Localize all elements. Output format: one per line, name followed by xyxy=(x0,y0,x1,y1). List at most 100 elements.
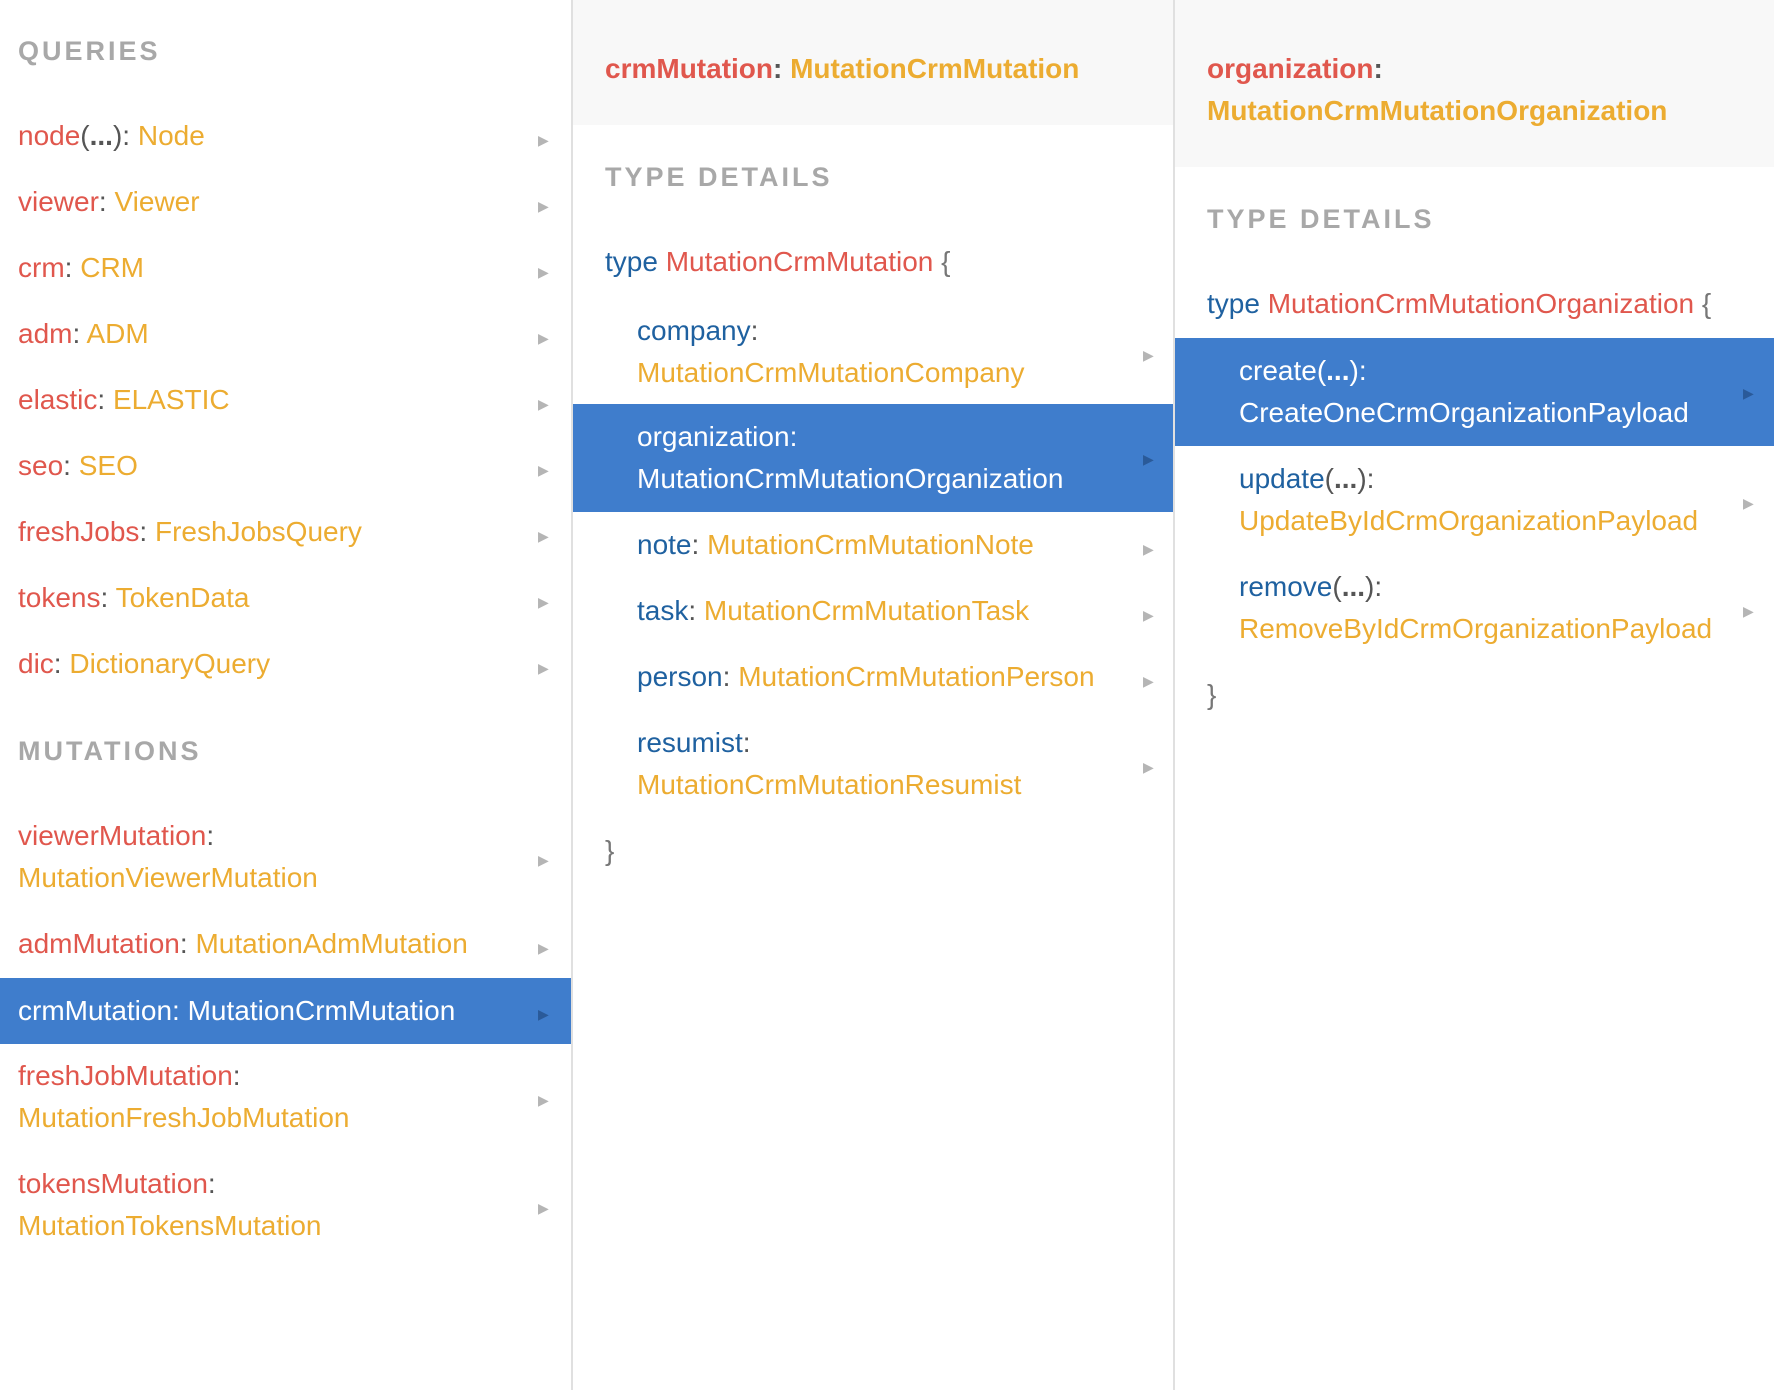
field-name: tokensMutation xyxy=(18,1168,208,1199)
query-item-crm[interactable]: crm: CRM ▶ xyxy=(0,247,571,289)
field-type: MutationCrmMutation xyxy=(187,995,456,1026)
chevron-right-icon: ▶ xyxy=(538,462,549,478)
chevron-right-icon: ▶ xyxy=(538,594,549,610)
field-type: CreateOneCrmOrganizationPayload xyxy=(1239,397,1689,428)
chevron-right-icon: ▶ xyxy=(538,1006,549,1022)
chevron-right-icon: ▶ xyxy=(538,1092,549,1108)
type-field-update[interactable]: update(...): UpdateByIdCrmOrganizationPa… xyxy=(1175,458,1774,542)
type-field-create[interactable]: create(...): CreateOneCrmOrganizationPay… xyxy=(1175,338,1774,446)
chevron-right-icon: ▶ xyxy=(1143,541,1154,557)
chevron-right-icon: ▶ xyxy=(1743,603,1754,619)
type-declaration: type MutationCrmMutation { xyxy=(605,246,951,277)
query-item-tokens[interactable]: tokens: TokenData ▶ xyxy=(0,577,571,619)
type-field-resumist[interactable]: resumist: MutationCrmMutationResumist ▶ xyxy=(573,722,1173,806)
chevron-right-icon: ▶ xyxy=(538,396,549,412)
queries-section-title: QUERIES xyxy=(18,36,161,66)
field-name: company xyxy=(637,315,751,346)
field-type: UpdateByIdCrmOrganizationPayload xyxy=(1239,505,1699,536)
chevron-right-icon: ▶ xyxy=(538,264,549,280)
mutation-item-viewermutation[interactable]: viewerMutation: MutationViewerMutation ▶ xyxy=(0,815,571,899)
type-panel-crmmutation: crmMutation: MutationCrmMutation TYPE DE… xyxy=(573,0,1175,1390)
args-ellipsis: ... xyxy=(1341,571,1366,602)
field-name: update xyxy=(1239,463,1325,494)
type-details-title: TYPE DETAILS xyxy=(605,162,833,192)
field-type: MutationCrmMutationOrganization xyxy=(637,463,1064,494)
field-name: crm xyxy=(18,252,65,283)
header-field-name: organization xyxy=(1207,53,1374,84)
field-name: task xyxy=(637,595,689,626)
type-details-title: TYPE DETAILS xyxy=(1207,204,1435,234)
chevron-right-icon: ▶ xyxy=(538,660,549,676)
mutation-item-tokensmutation[interactable]: tokensMutation: MutationTokensMutation ▶ xyxy=(0,1163,571,1247)
field-name: node xyxy=(18,120,81,151)
field-type: MutationFreshJobMutation xyxy=(18,1102,350,1133)
field-type: ELASTIC xyxy=(112,384,230,415)
field-name: person xyxy=(637,661,723,692)
field-name: freshJobs xyxy=(18,516,140,547)
chevron-right-icon: ▶ xyxy=(538,198,549,214)
field-name: create xyxy=(1239,355,1317,386)
field-type: CRM xyxy=(80,252,144,283)
type-name: MutationCrmMutationOrganization xyxy=(1267,288,1695,319)
field-type: Node xyxy=(137,120,205,151)
query-item-adm[interactable]: adm: ADM ▶ xyxy=(0,313,571,355)
type-field-company[interactable]: company: MutationCrmMutationCompany ▶ xyxy=(573,310,1173,394)
chevron-right-icon: ▶ xyxy=(1743,495,1754,511)
type-field-remove[interactable]: remove(...): RemoveByIdCrmOrganizationPa… xyxy=(1175,566,1774,650)
type-field-person[interactable]: person: MutationCrmMutationPerson ▶ xyxy=(573,656,1173,698)
query-item-elastic[interactable]: elastic: ELASTIC ▶ xyxy=(0,379,571,421)
type-panel-organization: organization: MutationCrmMutationOrganiz… xyxy=(1175,0,1774,1390)
query-item-node[interactable]: node(...): Node ▶ xyxy=(0,115,571,157)
mutation-item-admmutation[interactable]: admMutation: MutationAdmMutation ▶ xyxy=(0,923,571,965)
chevron-right-icon: ▶ xyxy=(1143,607,1154,623)
field-type: Viewer xyxy=(114,186,200,217)
field-type: MutationCrmMutationPerson xyxy=(738,661,1095,692)
query-item-viewer[interactable]: viewer: Viewer ▶ xyxy=(0,181,571,223)
chevron-right-icon: ▶ xyxy=(538,940,549,956)
field-name: seo xyxy=(18,450,64,481)
field-type: SEO xyxy=(78,450,138,481)
field-name: dic xyxy=(18,648,54,679)
query-item-seo[interactable]: seo: SEO ▶ xyxy=(0,445,571,487)
field-type: MutationCrmMutationResumist xyxy=(637,769,1022,800)
type-declaration: type MutationCrmMutationOrganization { xyxy=(1207,288,1712,319)
args-ellipsis: ... xyxy=(1333,463,1358,494)
field-type: MutationTokensMutation xyxy=(18,1210,322,1241)
field-name: adm xyxy=(18,318,73,349)
chevron-right-icon: ▶ xyxy=(1143,759,1154,775)
type-close-brace: } xyxy=(1207,679,1217,710)
field-type: FreshJobsQuery xyxy=(154,516,362,547)
field-type: DictionaryQuery xyxy=(69,648,271,679)
type-close-brace: } xyxy=(605,835,615,866)
field-name: elastic xyxy=(18,384,98,415)
query-item-freshjobs[interactable]: freshJobs: FreshJobsQuery ▶ xyxy=(0,511,571,553)
args-ellipsis: ... xyxy=(1326,355,1350,386)
field-type: MutationViewerMutation xyxy=(18,862,318,893)
mutation-item-freshjobmutation[interactable]: freshJobMutation: MutationFreshJobMutati… xyxy=(0,1055,571,1139)
field-type: MutationCrmMutationNote xyxy=(707,529,1034,560)
field-name: resumist xyxy=(637,727,743,758)
chevron-right-icon: ▶ xyxy=(538,528,549,544)
chevron-right-icon: ▶ xyxy=(1143,451,1154,467)
field-name: viewerMutation xyxy=(18,820,207,851)
chevron-right-icon: ▶ xyxy=(1143,673,1154,689)
field-name: note xyxy=(637,529,692,560)
type-keyword: type xyxy=(1207,288,1260,319)
field-type: TokenData xyxy=(115,582,250,613)
type-field-organization[interactable]: organization: MutationCrmMutationOrganiz… xyxy=(573,404,1173,512)
field-type: MutationCrmMutationCompany xyxy=(637,357,1025,388)
field-name: viewer xyxy=(18,186,99,217)
query-item-dic[interactable]: dic: DictionaryQuery ▶ xyxy=(0,643,571,685)
field-name: remove xyxy=(1239,571,1333,602)
type-field-note[interactable]: note: MutationCrmMutationNote ▶ xyxy=(573,524,1173,566)
field-type: ADM xyxy=(86,318,149,349)
mutation-item-crmmutation[interactable]: crmMutation: MutationCrmMutation ▶ xyxy=(0,978,571,1044)
args-ellipsis: ... xyxy=(89,120,113,151)
schema-root-panel: QUERIES node(...): Node ▶ viewer: Viewer… xyxy=(0,0,573,1390)
type-field-task[interactable]: task: MutationCrmMutationTask ▶ xyxy=(573,590,1173,632)
chevron-right-icon: ▶ xyxy=(538,852,549,868)
header-type-name: MutationCrmMutationOrganization xyxy=(1207,95,1668,126)
field-name: organization xyxy=(637,421,790,452)
graphql-doc-explorer: QUERIES node(...): Node ▶ viewer: Viewer… xyxy=(0,0,1776,1390)
field-type: MutationAdmMutation xyxy=(195,928,468,959)
